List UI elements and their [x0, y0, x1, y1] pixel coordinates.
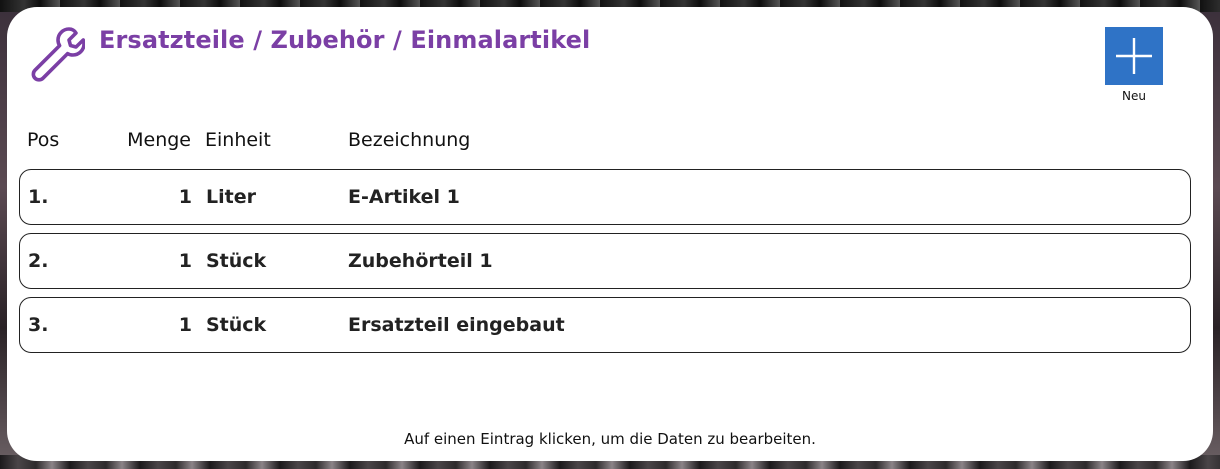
column-header-unit: Einheit [205, 129, 271, 151]
row-qty: 1 [178, 250, 192, 272]
row-unit: Stück [206, 250, 267, 272]
footer-hint: Auf einen Eintrag klicken, um die Daten … [404, 430, 816, 448]
row-pos: 1. [28, 186, 49, 208]
row-desc: Ersatzteil eingebaut [348, 314, 565, 336]
plus-icon [1116, 38, 1152, 74]
new-entry-label: Neu [1122, 89, 1146, 103]
column-header-qty: Menge [127, 129, 191, 151]
wrench-icon [31, 27, 85, 82]
row-qty: 1 [178, 314, 192, 336]
row-unit: Liter [206, 186, 256, 208]
page-title: Ersatzteile / Zubehör / Einmalartikel [99, 26, 591, 54]
column-header-desc: Bezeichnung [348, 129, 471, 151]
row-pos: 3. [28, 314, 49, 336]
row-desc: E-Artikel 1 [348, 186, 460, 208]
row-qty: 1 [178, 186, 192, 208]
table-row[interactable]: 3. 1 Stück Ersatzteil eingebaut [19, 297, 1191, 353]
table-row[interactable]: 2. 1 Stück Zubehörteil 1 [19, 233, 1191, 289]
table-row[interactable]: 1. 1 Liter E-Artikel 1 [19, 169, 1191, 225]
column-header-pos: Pos [27, 129, 60, 151]
parts-card: Ersatzteile / Zubehör / Einmalartikel Ne… [7, 7, 1213, 461]
row-desc: Zubehörteil 1 [348, 250, 493, 272]
new-entry-button[interactable] [1105, 27, 1163, 85]
row-pos: 2. [28, 250, 49, 272]
row-unit: Stück [206, 314, 267, 336]
